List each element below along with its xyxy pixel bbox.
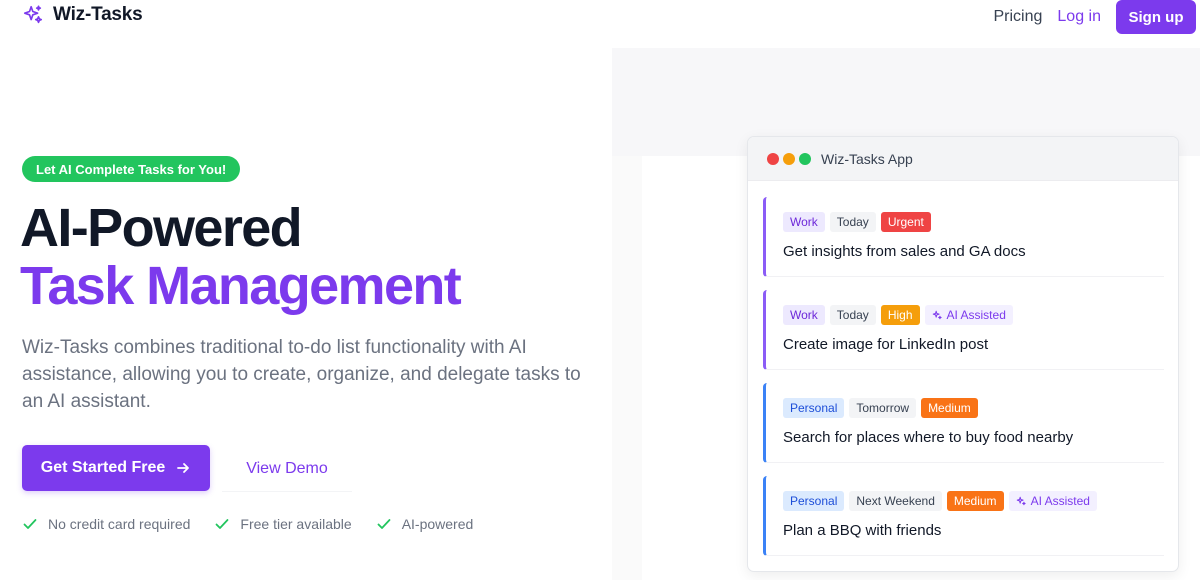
- feature-check-item: No credit card required: [22, 516, 190, 532]
- sparkles-icon: [932, 310, 942, 320]
- task-tags: Personal Next Weekend Medium AI Assisted: [783, 491, 1097, 511]
- ai-assisted-tag: AI Assisted: [924, 305, 1013, 325]
- sparkles-icon: [23, 5, 43, 24]
- hero-badge: Let AI Complete Tasks for You!: [22, 156, 241, 182]
- arrow-right-icon: [177, 463, 190, 473]
- priority-tag: Urgent: [880, 212, 931, 232]
- app-window-title: Wiz-Tasks App: [821, 150, 913, 167]
- feature-check-label: Free tier available: [240, 516, 352, 532]
- task-title: Search for places where to buy food near…: [783, 429, 1074, 446]
- task-tags: Work Today High AI Assisted: [783, 305, 1013, 325]
- priority-tag: Medium: [946, 491, 1004, 511]
- category-tag: Work: [783, 212, 825, 232]
- check-icon: [377, 519, 391, 529]
- feature-check-label: AI-powered: [401, 516, 474, 532]
- task-title: Get insights from sales and GA docs: [783, 243, 1026, 260]
- task-tags: Personal Tomorrow Medium: [783, 398, 978, 418]
- category-tag: Personal: [783, 491, 845, 511]
- check-icon: [23, 519, 37, 529]
- pricing-link[interactable]: Pricing: [994, 8, 1043, 26]
- view-demo-button[interactable]: View Demo: [222, 446, 352, 492]
- date-tag: Today: [829, 212, 876, 232]
- feature-check-item: Free tier available: [214, 516, 352, 532]
- ai-assisted-tag: AI Assisted: [1008, 491, 1097, 511]
- task-card[interactable]: Personal Next Weekend Medium AI Assisted…: [763, 476, 1164, 556]
- window-minimize-dot: [783, 152, 795, 165]
- app-window-titlebar: Wiz-Tasks App: [748, 137, 1178, 181]
- window-maximize-dot: [799, 152, 811, 165]
- task-card[interactable]: Work Today High AI Assisted Create image…: [763, 290, 1164, 370]
- top-nav-bar: Wiz-Tasks Pricing Log in Sign up: [0, 0, 1200, 34]
- hero-title-line2: Task Management: [20, 256, 462, 316]
- category-tag: Personal: [783, 398, 845, 418]
- date-tag: Next Weekend: [849, 491, 942, 511]
- task-title: Create image for LinkedIn post: [783, 336, 989, 353]
- nav-links: Pricing Log in Sign up: [994, 0, 1196, 34]
- brand-name: Wiz-Tasks: [53, 4, 143, 25]
- priority-tag: High: [880, 305, 920, 325]
- task-card[interactable]: Work Today Urgent Get insights from sale…: [763, 197, 1164, 277]
- brand-logo-link[interactable]: Wiz-Tasks: [22, 4, 143, 26]
- feature-checklist: No credit card required Free tier availa…: [22, 516, 473, 532]
- priority-tag: Medium: [921, 398, 978, 418]
- app-preview-window: Wiz-Tasks App Work Today Urgent Get insi…: [747, 136, 1179, 572]
- task-title: Plan a BBQ with friends: [783, 522, 942, 539]
- ai-assisted-label: AI Assisted: [1030, 494, 1090, 508]
- get-started-button[interactable]: Get Started Free: [22, 445, 210, 491]
- hero-description: Wiz-Tasks combines traditional to-do lis…: [22, 337, 581, 412]
- category-tag: Work: [783, 305, 825, 325]
- task-card[interactable]: Personal Tomorrow Medium Search for plac…: [763, 383, 1164, 463]
- signup-button[interactable]: Sign up: [1116, 0, 1196, 34]
- get-started-label: Get Started Free: [40, 459, 166, 476]
- date-tag: Today: [829, 305, 876, 325]
- hero-background-strip: [612, 156, 642, 580]
- task-tags: Work Today Urgent: [783, 212, 931, 232]
- check-icon: [216, 519, 229, 529]
- login-link[interactable]: Log in: [1057, 8, 1101, 26]
- hero-title-line1: AI-Powered: [20, 198, 303, 258]
- date-tag: Tomorrow: [849, 398, 917, 418]
- feature-check-item: AI-powered: [376, 516, 474, 532]
- window-close-dot: [767, 152, 779, 165]
- sparkles-icon: [1016, 496, 1026, 506]
- feature-check-label: No credit card required: [48, 516, 191, 532]
- ai-assisted-label: AI Assisted: [946, 308, 1006, 322]
